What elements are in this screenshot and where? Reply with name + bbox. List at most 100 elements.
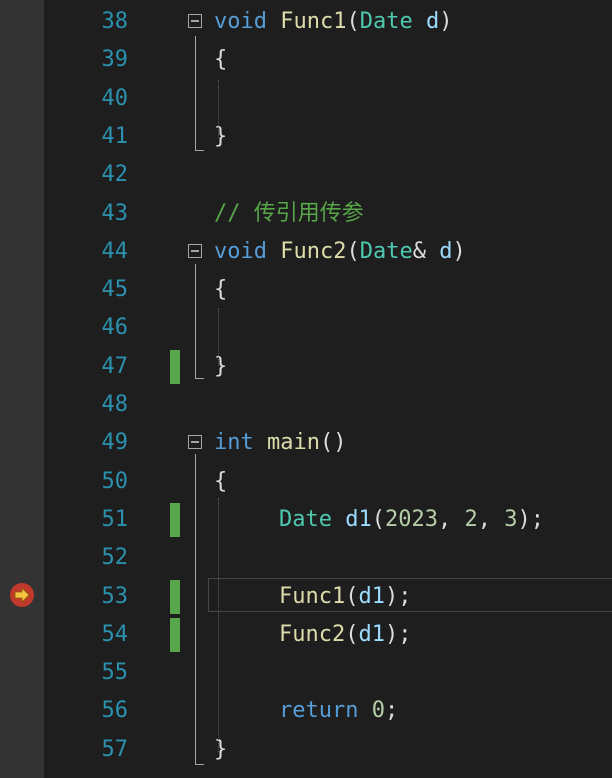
line-number: 39 (101, 47, 129, 73)
code-line-49[interactable]: 49 int main() (0, 424, 612, 462)
code-text[interactable]: { (214, 41, 227, 79)
code-token: // 传引用传参 (214, 200, 364, 226)
code-text[interactable]: } (214, 731, 227, 769)
code-token: d1 (345, 506, 372, 532)
code-token: ( (346, 9, 360, 34)
code-token: 2 (464, 506, 478, 532)
code-line-39[interactable]: 39 { (0, 41, 612, 79)
line-number: 54 (101, 621, 129, 647)
code-line-42[interactable]: 42 (0, 156, 612, 194)
code-token: ( (345, 621, 359, 647)
code-line-57[interactable]: 57} (0, 731, 612, 769)
line-number: 43 (101, 200, 129, 226)
line-number: 49 (101, 430, 129, 456)
code-token: Func2 (279, 621, 346, 647)
line-number: 42 (101, 162, 129, 188)
code-text[interactable]: void Func2(Date& d) (214, 233, 466, 271)
fold-end-main (195, 764, 204, 765)
code-token: ); (517, 506, 544, 532)
code-line-45[interactable]: 45 { (0, 271, 612, 309)
code-editor[interactable]: 38 void Func1(Date d) 39 {40 41} 42 43 // 传引用传参… (0, 0, 612, 778)
code-token: d1 (358, 621, 385, 647)
code-token: } (214, 736, 228, 762)
code-token: ( (346, 238, 360, 264)
code-token: d (439, 238, 453, 264)
code-token: return (279, 698, 359, 724)
code-token: void (214, 238, 267, 264)
code-text[interactable]: } (214, 348, 227, 386)
change-marker (170, 617, 180, 652)
fold-end-func1 (195, 150, 204, 151)
line-number: 40 (101, 85, 129, 111)
collapse-minus-icon[interactable] (188, 243, 202, 258)
code-line-52[interactable]: 52 (0, 539, 612, 577)
code-text[interactable]: { (214, 463, 227, 501)
code-token: , (437, 506, 465, 532)
code-token: Date (359, 9, 413, 34)
code-token: ); (384, 621, 412, 647)
line-number: 51 (101, 506, 129, 532)
line-number: 52 (101, 545, 129, 571)
code-token: } (214, 353, 228, 379)
code-line-46[interactable]: 46 (0, 309, 612, 347)
code-text[interactable]: { (214, 271, 227, 309)
code-line-50[interactable]: 50 { (0, 463, 612, 501)
code-token: { (214, 468, 228, 494)
code-line-47[interactable]: 47} (0, 348, 612, 386)
code-line-43[interactable]: 43 // 传引用传参 (0, 195, 612, 233)
code-line-54[interactable]: 54 Func2(d1); (0, 616, 612, 654)
code-line-51[interactable]: 51 Date d1(2023, 2, 3); (0, 501, 612, 539)
code-token: main (267, 430, 320, 456)
code-token: , (477, 506, 505, 532)
code-text[interactable]: void Func1(Date d) (214, 3, 452, 41)
code-token: d (425, 9, 440, 34)
fold-region-func2 (195, 264, 196, 378)
line-number: 55 (101, 660, 129, 686)
code-token: } (214, 123, 228, 149)
code-text[interactable]: int main() (214, 424, 346, 462)
code-token: ( (371, 506, 385, 532)
code-text[interactable]: Date d1(2023, 2, 3); (279, 501, 544, 539)
code-text[interactable]: } (214, 118, 227, 156)
code-line-40[interactable]: 40 (0, 80, 612, 118)
code-text[interactable]: return 0; (279, 692, 398, 730)
change-marker (170, 502, 180, 537)
change-marker (170, 349, 180, 384)
code-token: 3 (504, 506, 518, 532)
line-number: 57 (101, 736, 129, 762)
code-token: Date (359, 238, 413, 264)
code-line-44[interactable]: 44 void Func2(Date& d) (0, 233, 612, 271)
fold-end-func2 (195, 378, 204, 379)
code-token: void (214, 9, 267, 34)
code-text[interactable]: Func2(d1); (279, 616, 411, 654)
code-line-38[interactable]: 38 void Func1(Date d) (0, 3, 612, 41)
code-line-56[interactable]: 56 return 0; (0, 692, 612, 730)
code-line-48[interactable]: 48 (0, 386, 612, 424)
fold-region-main (195, 454, 196, 764)
code-text[interactable]: // 传引用传参 (214, 195, 364, 233)
code-token: 0 (371, 698, 385, 724)
code-token: Func1 (280, 9, 347, 34)
line-number: 44 (101, 238, 129, 264)
code-token: () (319, 430, 347, 456)
current-line-highlight (208, 578, 612, 612)
code-line-55[interactable]: 55 (0, 654, 612, 692)
code-token: 2023 (384, 506, 438, 532)
collapse-minus-icon[interactable] (188, 14, 202, 28)
line-number: 47 (101, 353, 129, 379)
code-token: ; (384, 698, 399, 724)
code-token: { (214, 277, 228, 303)
line-number: 50 (101, 468, 129, 494)
code-token: { (214, 47, 228, 73)
code-line-41[interactable]: 41} (0, 118, 612, 156)
code-token: int (214, 430, 254, 456)
code-token: ) (439, 9, 453, 34)
collapse-minus-icon[interactable] (188, 435, 202, 450)
line-number: 45 (101, 277, 129, 303)
indent-guide (218, 80, 219, 138)
